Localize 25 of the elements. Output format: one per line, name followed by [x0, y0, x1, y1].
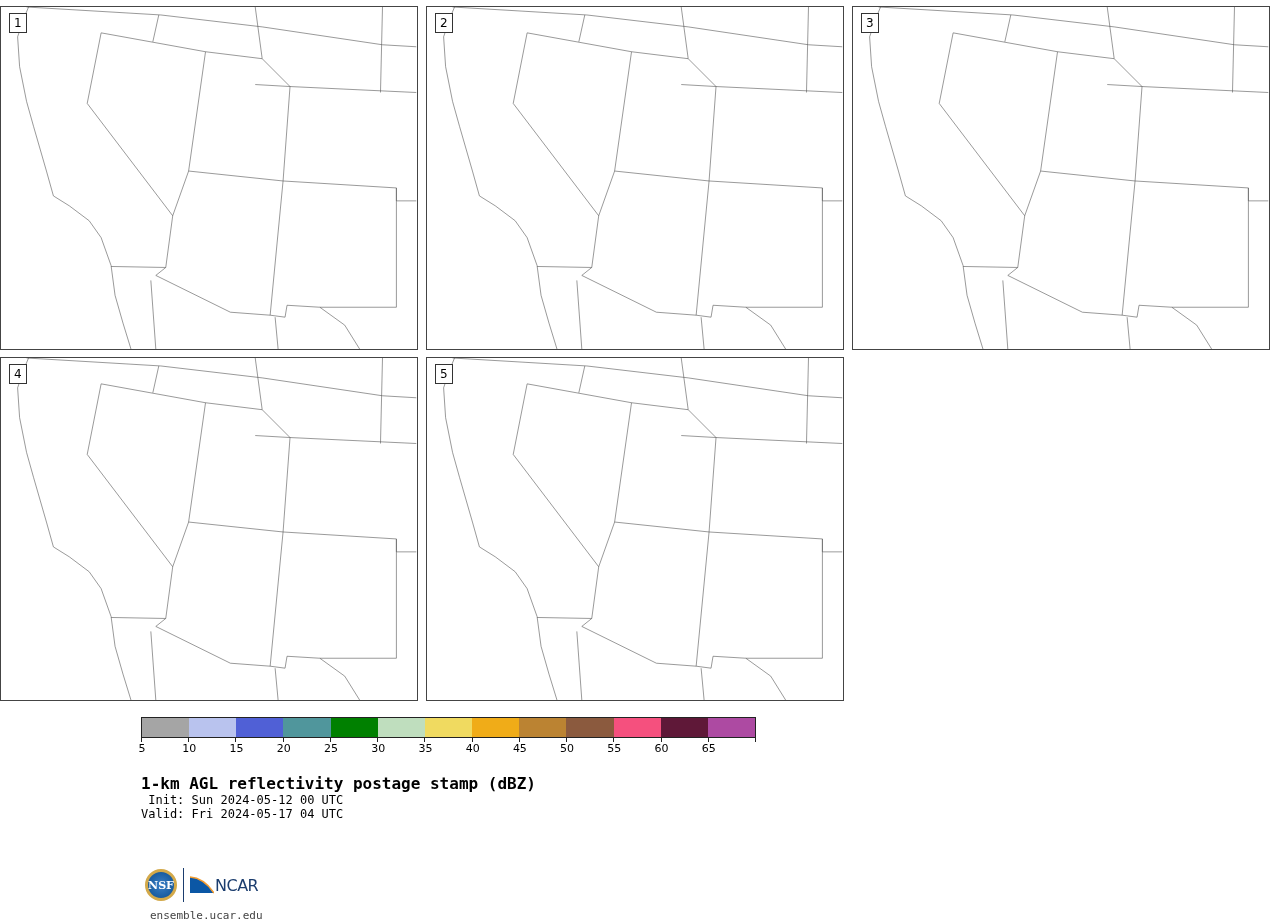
panel-number: 1 — [9, 13, 27, 33]
tick-label: 55 — [606, 742, 623, 755]
nsf-logo: NSF — [145, 869, 177, 901]
tick-label: 60 — [653, 742, 670, 755]
tick-label: 30 — [370, 742, 387, 755]
tick-label: 45 — [511, 742, 528, 755]
panel-number: 4 — [9, 364, 27, 384]
chart-title: 1-km AGL reflectivity postage stamp (dBZ) — [141, 774, 536, 793]
tick-label: 65 — [700, 742, 717, 755]
tick-label: 15 — [228, 742, 245, 755]
tick-label: 5 — [137, 742, 147, 755]
tick-label: 50 — [559, 742, 576, 755]
website-url: ensemble.ucar.edu — [150, 909, 263, 920]
tick-label: 35 — [417, 742, 434, 755]
tick-label: 25 — [322, 742, 339, 755]
wave-icon — [190, 875, 214, 895]
ncar-logo: NCAR — [215, 876, 259, 895]
valid-time: Valid: Fri 2024-05-17 04 UTC — [141, 807, 344, 821]
tick-label: 10 — [181, 742, 198, 755]
panel-number: 5 — [435, 364, 453, 384]
tick-label: 20 — [275, 742, 292, 755]
panel-number: 2 — [435, 13, 453, 33]
panel-number: 3 — [861, 13, 879, 33]
init-time: Init: Sun 2024-05-12 00 UTC — [147, 793, 344, 807]
tick-label: 40 — [464, 742, 481, 755]
